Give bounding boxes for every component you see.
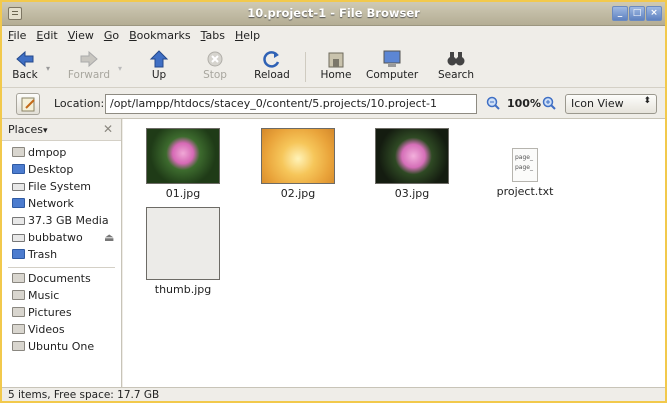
file-browser-window: 10.project-1 - File Browser _ □ × File Ed… <box>2 2 665 401</box>
menu-tabs[interactable]: Tabs <box>195 26 229 42</box>
menu-file[interactable]: File <box>2 26 30 42</box>
stop-button[interactable]: Stop <box>200 48 230 86</box>
file-item-02-jpg[interactable]: 02.jpg <box>258 128 338 200</box>
file-item-thumb-jpg[interactable]: thumb.jpg <box>143 207 223 296</box>
location-bar: Location: /opt/lampp/htdocs/stacey_0/con… <box>2 89 665 119</box>
file-item-project-txt[interactable]: page_ page_ project.txt <box>485 148 565 198</box>
binoculars-icon <box>445 50 467 68</box>
menu-view[interactable]: View <box>62 26 98 42</box>
menu-help[interactable]: Help <box>229 26 264 42</box>
sidebar-item-dmpop[interactable]: dmpop <box>2 145 121 162</box>
location-label: Location: <box>54 97 105 110</box>
zoom-out-icon[interactable] <box>486 96 500 113</box>
forward-arrow-icon <box>78 50 100 68</box>
location-input[interactable]: /opt/lampp/htdocs/stacey_0/content/5.pro… <box>105 94 477 114</box>
forward-history-dropdown[interactable]: ▾ <box>116 48 124 86</box>
back-button[interactable]: Back <box>8 48 42 86</box>
image-thumbnail <box>261 128 335 184</box>
home-icon <box>325 50 347 68</box>
sidebar-item-trash[interactable]: Trash <box>2 247 121 264</box>
sidebar-item-pictures[interactable]: Pictures <box>2 305 121 322</box>
eject-icon[interactable]: ⏏ <box>104 231 114 244</box>
select-arrows-icon: ⬍ <box>643 96 651 106</box>
sidebar: Places▾ ✕ dmpop Desktop File System Netw… <box>2 119 122 387</box>
window-title: 10.project-1 - File Browser <box>247 6 420 20</box>
image-thumbnail <box>146 128 220 184</box>
sidebar-item-file-system[interactable]: File System <box>2 179 121 196</box>
view-mode-select[interactable]: Icon View ⬍ <box>565 94 657 114</box>
menu-bar: File Edit View Go Bookmarks Tabs Help <box>2 26 665 46</box>
sidebar-divider <box>8 267 115 268</box>
menu-edit[interactable]: Edit <box>30 26 61 42</box>
close-icon[interactable]: × <box>646 6 662 21</box>
sidebar-item-documents[interactable]: Documents <box>2 271 121 288</box>
reload-button[interactable]: Reload <box>254 48 290 86</box>
sidebar-header: Places▾ ✕ <box>2 119 121 141</box>
sidebar-item-network[interactable]: Network <box>2 196 121 213</box>
file-item-01-jpg[interactable]: 01.jpg <box>143 128 223 200</box>
sidebar-item-desktop[interactable]: Desktop <box>2 162 121 179</box>
back-history-dropdown[interactable]: ▾ <box>44 48 52 86</box>
file-item-03-jpg[interactable]: 03.jpg <box>372 128 452 200</box>
menu-bookmarks[interactable]: Bookmarks <box>123 26 194 42</box>
harddisk-icon <box>12 183 25 191</box>
stop-icon <box>204 50 226 68</box>
home-folder-icon <box>12 147 25 157</box>
folder-icon <box>12 341 25 351</box>
edit-location-icon <box>21 97 35 112</box>
minimize-icon[interactable]: _ <box>612 6 628 21</box>
toolbar: Back ▾ Forward ▾ Up Stop Reload Home Com… <box>2 46 665 88</box>
window-frame: 10.project-1 - File Browser _ □ × File Ed… <box>0 0 667 403</box>
drive-icon <box>12 234 25 242</box>
back-arrow-icon <box>14 50 36 68</box>
folder-icon <box>12 307 25 317</box>
maximize-icon[interactable]: □ <box>629 6 645 21</box>
view-mode-value: Icon View <box>571 97 624 110</box>
title-bar[interactable]: 10.project-1 - File Browser _ □ × <box>2 2 665 26</box>
sidebar-item-music[interactable]: Music <box>2 288 121 305</box>
forward-button[interactable]: Forward <box>64 48 114 86</box>
sidebar-item-media[interactable]: 37.3 GB Media <box>2 213 121 230</box>
image-thumbnail <box>375 128 449 184</box>
sidebar-item-videos[interactable]: Videos <box>2 322 121 339</box>
drive-icon <box>12 217 25 225</box>
trash-icon <box>12 249 25 259</box>
file-view: 01.jpg 02.jpg 03.jpg page_ page_ project.… <box>123 119 665 387</box>
image-thumbnail <box>146 207 220 280</box>
folder-icon <box>12 290 25 300</box>
sidebar-item-ubuntu-one[interactable]: Ubuntu One <box>2 339 121 356</box>
home-button[interactable]: Home <box>319 48 353 86</box>
network-icon <box>12 198 25 208</box>
search-button[interactable]: Search <box>438 48 474 86</box>
up-arrow-icon <box>148 50 170 68</box>
up-button[interactable]: Up <box>144 48 174 86</box>
reload-icon <box>261 50 283 68</box>
status-bar: 5 items, Free space: 17.7 GB <box>2 387 665 401</box>
toolbar-separator <box>305 52 306 82</box>
sidebar-item-bubbatwo[interactable]: bubbatwo ⏏ <box>2 230 121 247</box>
desktop-icon <box>12 164 25 174</box>
computer-icon <box>381 50 403 68</box>
zoom-in-icon[interactable] <box>542 96 556 113</box>
chevron-down-icon[interactable]: ▾ <box>43 126 48 136</box>
toggle-path-bar-button[interactable] <box>16 93 40 115</box>
folder-icon <box>12 324 25 334</box>
close-sidebar-icon[interactable]: ✕ <box>103 122 113 136</box>
places-dropdown-label[interactable]: Places <box>8 123 43 136</box>
text-file-icon: page_ page_ <box>512 148 538 182</box>
menu-go[interactable]: Go <box>98 26 123 42</box>
folder-icon <box>12 273 25 283</box>
computer-button[interactable]: Computer <box>366 48 418 86</box>
zoom-level: 100% <box>507 97 541 110</box>
